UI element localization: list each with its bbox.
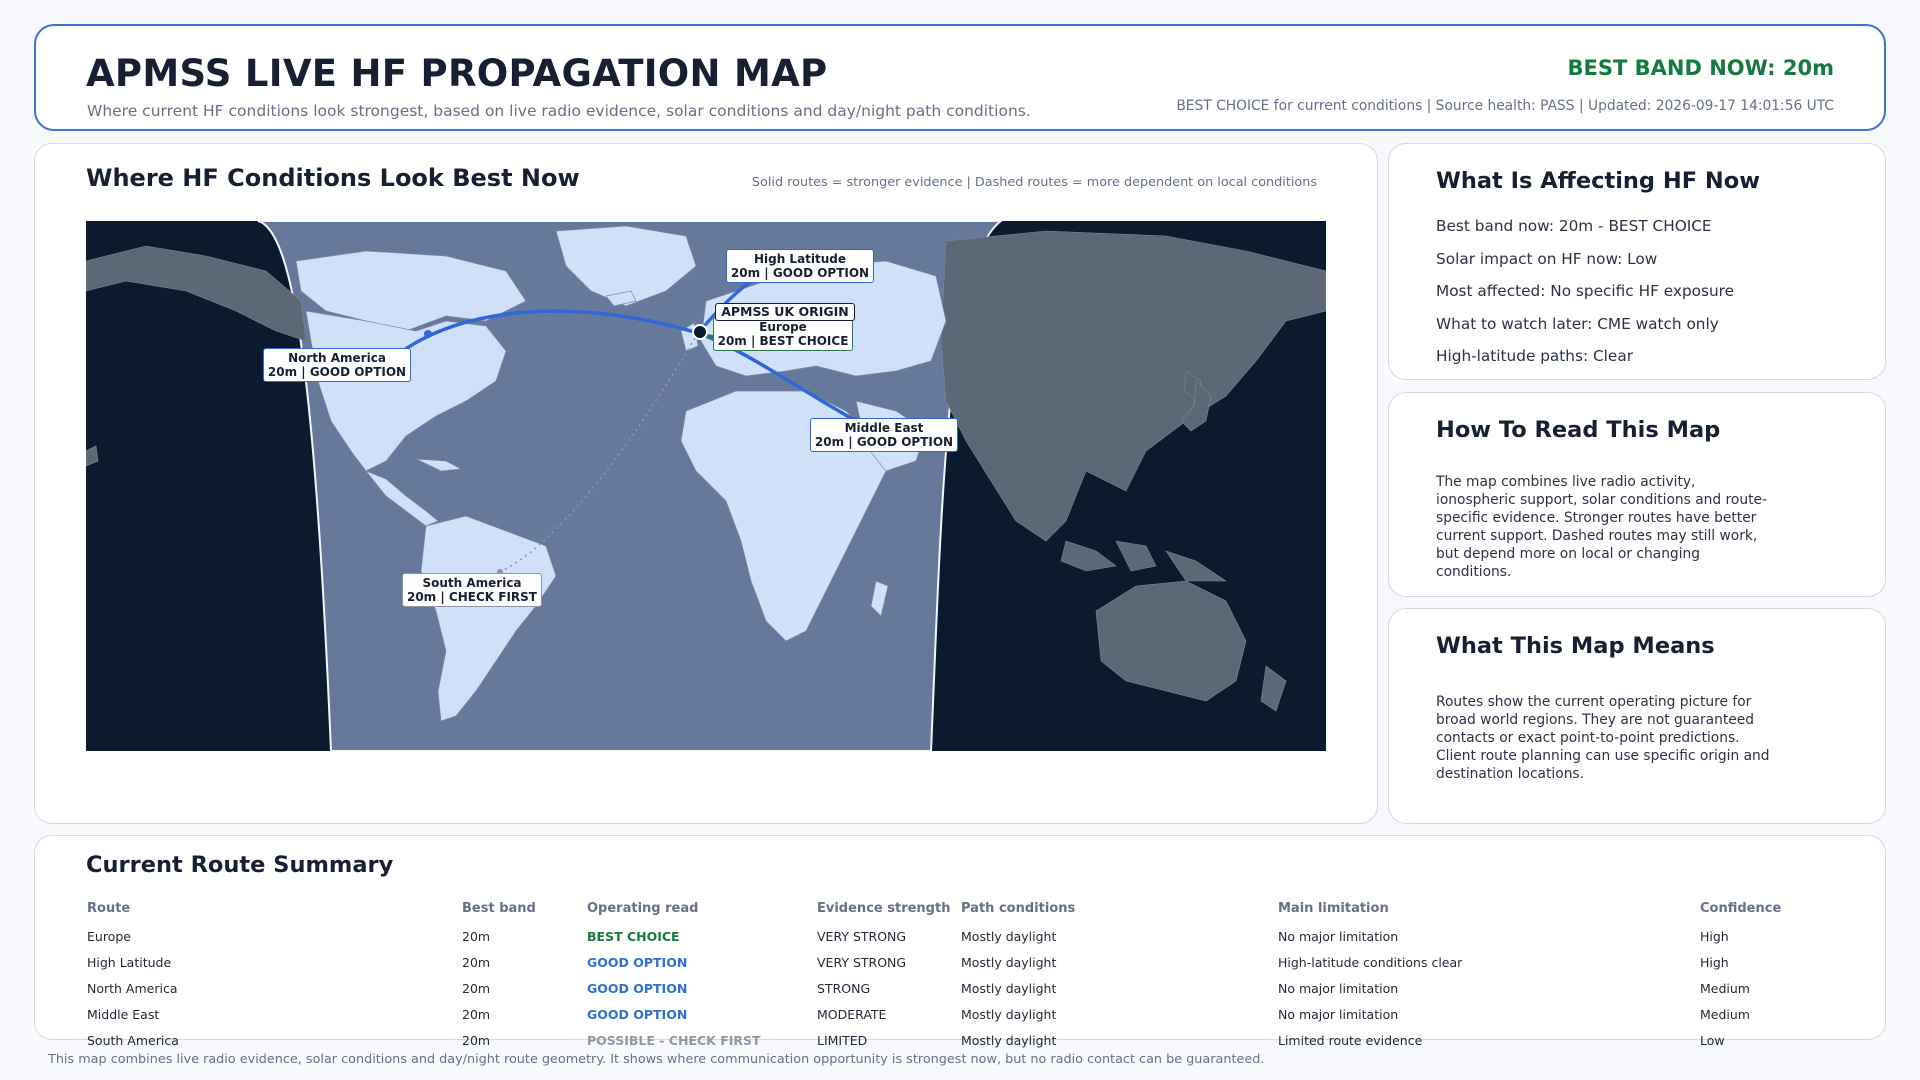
cell-path: Mostly daylight xyxy=(961,980,1057,996)
how-to-read-panel: How To Read This Map The map combines li… xyxy=(1388,392,1886,597)
cell-path: Mostly daylight xyxy=(961,1006,1057,1022)
route-summary-table: Route Best band Operating read Evidence … xyxy=(86,893,1819,1053)
column-header[interactable]: Main limitation xyxy=(1277,893,1699,923)
cell-confidence: Medium xyxy=(1700,980,1750,996)
header-banner: APMSS LIVE HF PROPAGATION MAP Where curr… xyxy=(34,24,1886,131)
cell-path: Mostly daylight xyxy=(961,928,1057,944)
cell-confidence: High xyxy=(1700,928,1729,944)
world-map-svg xyxy=(86,221,1326,751)
label-detail: 20m | GOOD OPTION xyxy=(267,365,407,379)
map-means-title: What This Map Means xyxy=(1436,633,1715,659)
column-header[interactable]: Route xyxy=(86,893,461,923)
list-item: Best band now: 20m - BEST CHOICE xyxy=(1436,217,1712,235)
footer-note: This map combines live radio evidence, s… xyxy=(48,1052,1265,1067)
cell-limitation: High-latitude conditions clear xyxy=(1278,954,1463,970)
column-header[interactable]: Path conditions xyxy=(960,893,1277,923)
label-north-america[interactable]: North America 20m | GOOD OPTION xyxy=(263,348,411,382)
table-row[interactable]: South America 20m POSSIBLE - CHECK FIRST… xyxy=(86,1027,1819,1053)
propagation-map[interactable]: High Latitude 20m | GOOD OPTION Europe 2… xyxy=(86,221,1326,751)
cell-operating-read: BEST CHOICE xyxy=(587,928,680,944)
label-region: North America xyxy=(288,351,386,365)
cell-route: Middle East xyxy=(87,1006,160,1022)
list-item: What to watch later: CME watch only xyxy=(1436,314,1719,333)
map-means-body: Routes show the current operating pictur… xyxy=(1436,694,1770,782)
cell-band: 20m xyxy=(462,1006,491,1022)
label-origin: APMSS UK ORIGIN xyxy=(715,303,855,321)
cell-path: Mostly daylight xyxy=(961,1032,1057,1048)
cell-evidence: VERY STRONG xyxy=(817,928,907,944)
table-row[interactable]: North America 20m GOOD OPTION STRONG Mos… xyxy=(86,975,1819,1001)
origin-marker[interactable] xyxy=(692,324,708,340)
table-row[interactable]: Europe 20m BEST CHOICE VERY STRONG Mostl… xyxy=(86,923,1819,949)
label-region: High Latitude xyxy=(753,252,847,266)
label-region: Middle East xyxy=(844,421,924,435)
page-title: APMSS LIVE HF PROPAGATION MAP xyxy=(86,52,828,95)
how-to-read-body: The map combines live radio activity, io… xyxy=(1436,474,1767,580)
label-south-america[interactable]: South America 20m | CHECK FIRST xyxy=(402,573,542,607)
column-header[interactable]: Evidence strength xyxy=(816,893,960,923)
how-to-read-title: How To Read This Map xyxy=(1436,417,1721,443)
table-row[interactable]: High Latitude 20m GOOD OPTION VERY STRON… xyxy=(86,949,1819,975)
cell-limitation: No major limitation xyxy=(1278,928,1399,944)
cell-limitation: No major limitation xyxy=(1278,980,1399,996)
label-detail: 20m | BEST CHOICE xyxy=(717,334,849,348)
label-europe[interactable]: Europe 20m | BEST CHOICE xyxy=(713,317,853,351)
cell-confidence: Low xyxy=(1700,1032,1725,1048)
list-item: High-latitude paths: Clear xyxy=(1436,347,1633,365)
cell-evidence: LIMITED xyxy=(817,1032,868,1048)
label-detail: 20m | GOOD OPTION xyxy=(730,266,870,280)
cell-path: Mostly daylight xyxy=(961,954,1057,970)
cell-operating-read: GOOD OPTION xyxy=(587,980,688,996)
map-legend: Solid routes = stronger evidence | Dashe… xyxy=(751,175,1317,190)
table-header-row: Route Best band Operating read Evidence … xyxy=(86,893,1819,923)
cell-band: 20m xyxy=(462,954,491,970)
cell-route: South America xyxy=(87,1032,179,1048)
cell-route: North America xyxy=(87,980,178,996)
label-high-latitude[interactable]: High Latitude 20m | GOOD OPTION xyxy=(726,249,874,283)
endpoint-north-america xyxy=(424,330,432,338)
cell-operating-read: GOOD OPTION xyxy=(587,1006,688,1022)
affecting-list: Best band now: 20m - BEST CHOICE Solar i… xyxy=(1436,217,1734,380)
column-header[interactable]: Confidence xyxy=(1699,893,1819,923)
column-header[interactable]: Operating read xyxy=(586,893,816,923)
map-title: Where HF Conditions Look Best Now xyxy=(86,164,580,192)
cell-evidence: STRONG xyxy=(817,980,871,996)
cell-band: 20m xyxy=(462,928,491,944)
label-detail: 20m | CHECK FIRST xyxy=(406,590,537,604)
label-region: South America xyxy=(422,576,522,590)
cell-confidence: Medium xyxy=(1700,1006,1750,1022)
best-band-indicator: BEST BAND NOW: 20m xyxy=(1567,56,1834,80)
cell-operating-read: POSSIBLE - CHECK FIRST xyxy=(587,1032,761,1048)
affecting-panel: What Is Affecting HF Now Best band now: … xyxy=(1388,143,1886,380)
list-item: Solar impact on HF now: Low xyxy=(1436,249,1658,268)
route-summary-panel: Current Route Summary Route Best band Op… xyxy=(34,835,1886,1048)
cell-route: High Latitude xyxy=(87,954,172,970)
table-row[interactable]: Middle East 20m GOOD OPTION MODERATE Mos… xyxy=(86,1001,1819,1027)
cell-route: Europe xyxy=(87,928,131,944)
label-region: Europe xyxy=(759,320,807,334)
affecting-title: What Is Affecting HF Now xyxy=(1436,168,1760,194)
cell-band: 20m xyxy=(462,980,491,996)
cell-confidence: High xyxy=(1700,954,1729,970)
map-panel: Where HF Conditions Look Best Now Solid … xyxy=(34,143,1378,824)
label-middle-east[interactable]: Middle East 20m | GOOD OPTION xyxy=(810,418,958,452)
map-means-panel: What This Map Means Routes show the curr… xyxy=(1388,608,1886,824)
list-item: Most affected: No specific HF exposure xyxy=(1436,282,1735,300)
cell-evidence: VERY STRONG xyxy=(817,954,907,970)
cell-evidence: MODERATE xyxy=(817,1006,887,1022)
summary-title: Current Route Summary xyxy=(86,852,394,878)
cell-limitation: Limited route evidence xyxy=(1278,1032,1423,1048)
label-detail: 20m | GOOD OPTION xyxy=(814,435,954,449)
cell-operating-read: GOOD OPTION xyxy=(587,954,688,970)
page-subtitle: Where current HF conditions look stronge… xyxy=(87,102,1031,120)
cell-band: 20m xyxy=(462,1032,491,1048)
column-header[interactable]: Best band xyxy=(461,893,586,923)
cell-limitation: No major limitation xyxy=(1278,1006,1399,1022)
status-line: BEST CHOICE for current conditions | Sou… xyxy=(1176,98,1834,114)
